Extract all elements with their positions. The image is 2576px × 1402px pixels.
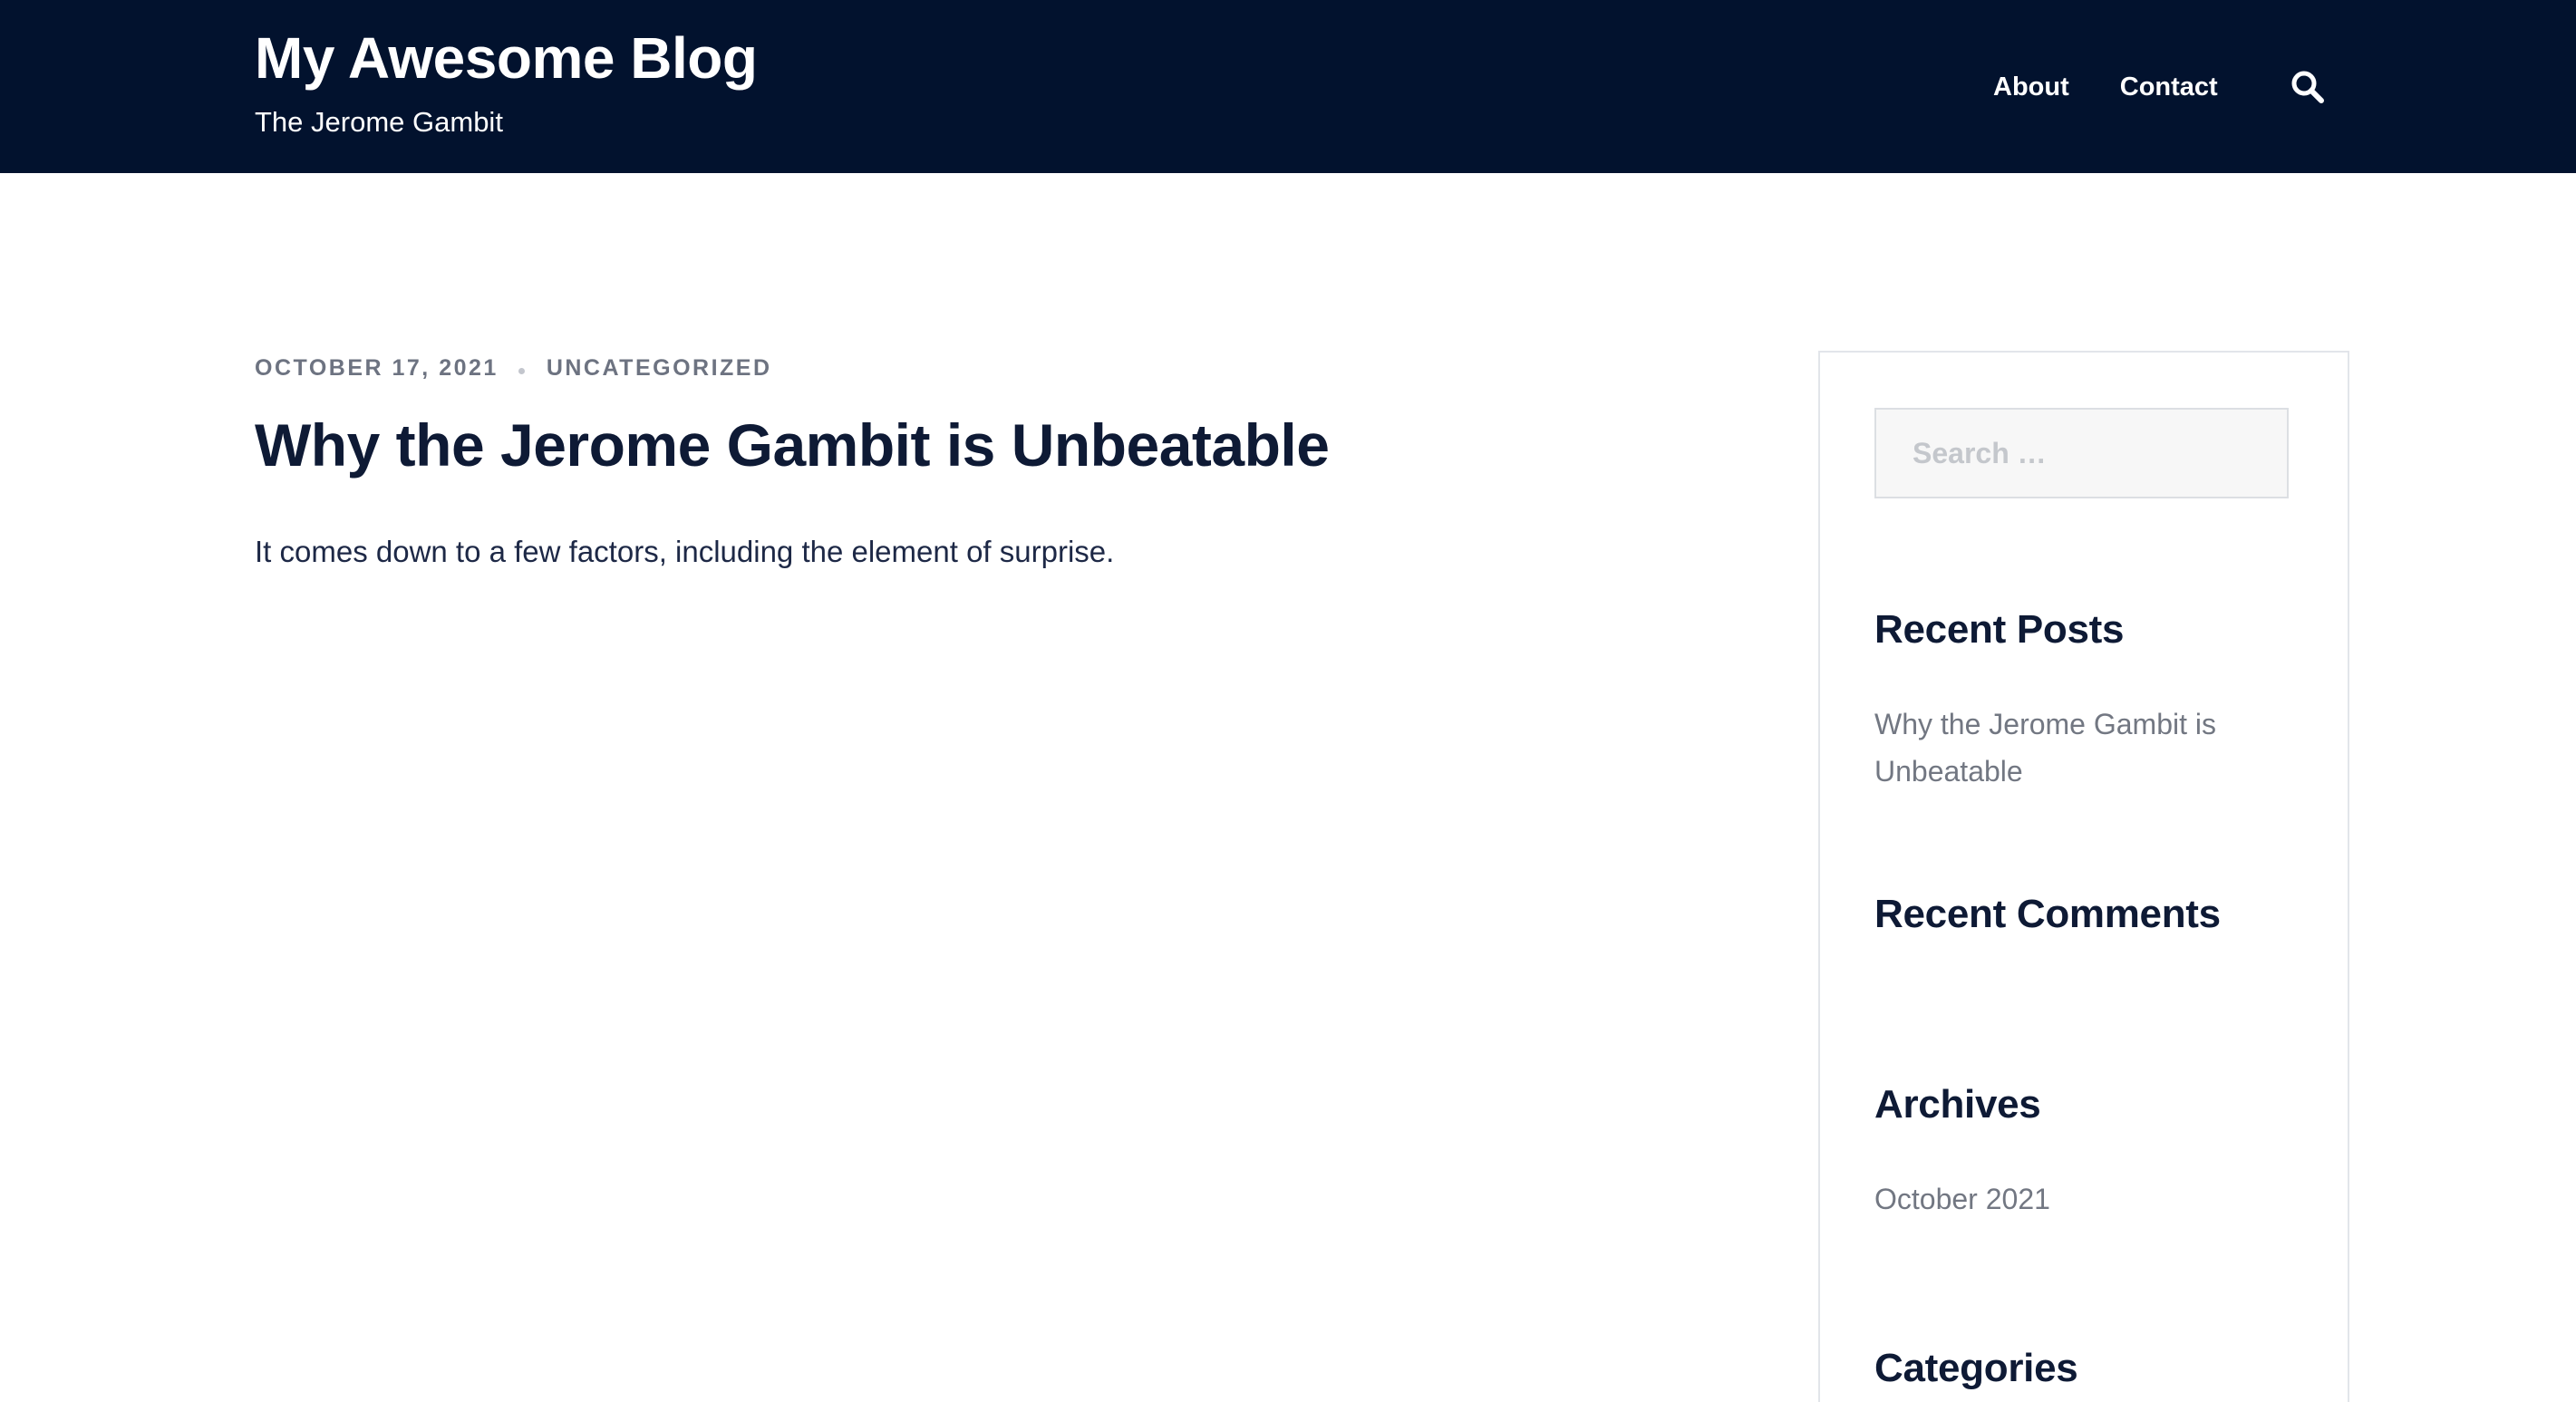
recent-posts-title: Recent Posts bbox=[1874, 607, 2125, 652]
nav-item-about[interactable]: About bbox=[1993, 69, 2069, 105]
nav-item-contact[interactable]: Contact bbox=[2120, 69, 2218, 105]
post-title[interactable]: Why the Jerome Gambit is Unbeatable bbox=[255, 410, 1330, 481]
post-meta: OCTOBER 17, 2021 UNCATEGORIZED bbox=[255, 355, 772, 382]
archives-title: Archives bbox=[1874, 1082, 2041, 1126]
primary-nav: About Contact bbox=[1993, 69, 2218, 105]
post-category[interactable]: UNCATEGORIZED bbox=[547, 355, 772, 382]
site-header: My Awesome Blog The Jerome Gambit About … bbox=[0, 0, 2576, 173]
site-tagline: The Jerome Gambit bbox=[255, 106, 503, 138]
sidebar: Recent Posts Why the Jerome Gambit is Un… bbox=[1818, 351, 2349, 1402]
post-date[interactable]: OCTOBER 17, 2021 bbox=[255, 355, 499, 382]
search-icon bbox=[2291, 71, 2324, 103]
search-input[interactable] bbox=[1874, 408, 2289, 498]
post-excerpt: It comes down to a few factors, includin… bbox=[255, 535, 1115, 568]
recent-post-link[interactable]: Why the Jerome Gambit is Unbeatable bbox=[1874, 701, 2255, 795]
search-toggle-button[interactable] bbox=[2290, 69, 2326, 105]
meta-separator bbox=[518, 368, 525, 374]
site-title[interactable]: My Awesome Blog bbox=[255, 25, 758, 92]
recent-comments-title: Recent Comments bbox=[1874, 892, 2221, 936]
archive-link-october-2021[interactable]: October 2021 bbox=[1874, 1175, 2050, 1223]
categories-title: Categories bbox=[1874, 1346, 2078, 1390]
